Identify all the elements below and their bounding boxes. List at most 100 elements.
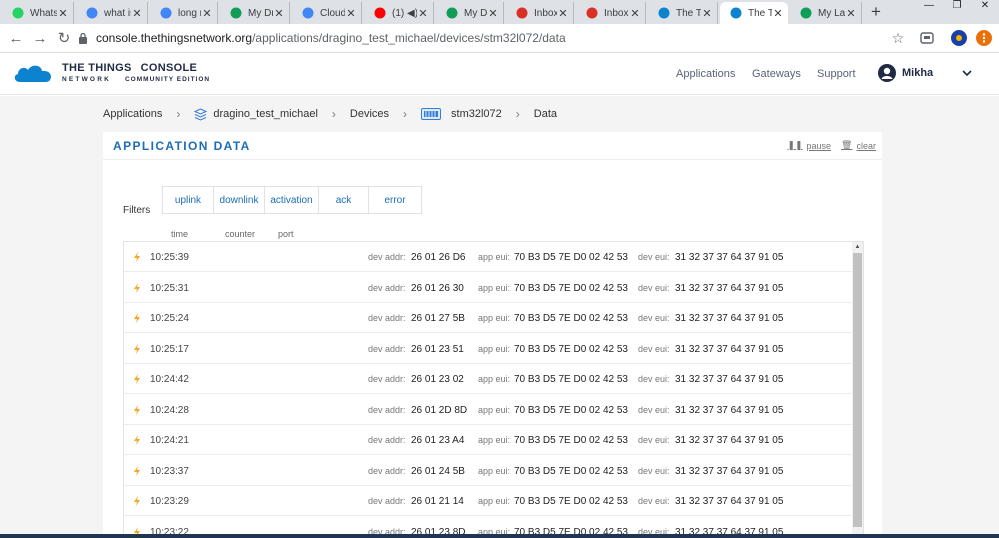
table-row[interactable]: 10:24:28 dev addr: 26 01 2D 8D app eui: 70 B… [124, 395, 852, 425]
browser-tab-title: (1) ◀) [392, 7, 417, 19]
clear-button[interactable]: 🗑 clear [841, 140, 876, 151]
browser-tab-title: WhatsApp [30, 7, 57, 19]
filter-ack[interactable]: ack [319, 187, 369, 213]
row-time: 10:24:21 [150, 435, 189, 446]
uplink-bolt-icon [134, 343, 140, 354]
browser-tab-strip: WhatsApp✕what is✕long range✕My Drive✕Clo… [0, 0, 999, 24]
ttn-logo[interactable]: THE THINGS CONSOLE NETWORK COMMUNITY EDITI… [12, 62, 210, 84]
app-eui-label: app eui: [478, 252, 511, 262]
nav-support[interactable]: Support [817, 53, 856, 95]
app-eui-value: 70 B3 D5 7E D0 02 42 53 [514, 252, 628, 263]
tab-close-icon[interactable]: ✕ [629, 7, 641, 20]
browser-tab[interactable]: long range✕ [150, 2, 218, 24]
dev-addr-value: 26 01 23 51 [411, 343, 464, 355]
close-window-button[interactable]: ✕ [971, 0, 999, 14]
breadcrumb-separator-icon: › [176, 107, 181, 121]
breadcrumb-devices[interactable]: Devices [350, 108, 389, 120]
tab-close-icon[interactable]: ✕ [345, 7, 357, 20]
dev-eui-value: 31 32 37 37 64 37 91 05 [675, 435, 784, 446]
app-eui-label: app eui: [478, 374, 511, 384]
ttn-cloud-icon [14, 65, 52, 82]
trash-icon: 🗑 [841, 140, 853, 150]
chrome-menu-icon[interactable] [975, 29, 993, 47]
user-menu[interactable]: Mikha [878, 64, 933, 82]
app-eui-label: app eui: [478, 282, 511, 293]
app-eui-value: 70 B3 D5 7E D0 02 42 53 [514, 435, 628, 446]
nav-applications[interactable]: Applications [676, 53, 735, 95]
scroll-up-arrow-icon[interactable]: ▲ [852, 242, 863, 252]
breadcrumb-applications[interactable]: Applications [103, 108, 162, 120]
drive-icon [800, 7, 812, 19]
filter-downlink[interactable]: downlink [214, 187, 265, 213]
table-row[interactable]: 10:23:29 dev addr: 26 01 21 14 app eui: 70 B… [124, 486, 852, 516]
browser-tab[interactable]: The Things✕ [648, 2, 718, 24]
browser-tab[interactable]: Cloud ✕ [292, 2, 362, 24]
tab-close-icon[interactable]: ✕ [201, 7, 213, 20]
tab-close-icon[interactable]: ✕ [131, 7, 143, 20]
table-row[interactable]: 10:24:42 dev addr: 26 01 23 02 app eui: 70 B… [124, 364, 852, 394]
dev-eui-label: dev eui: [638, 343, 670, 354]
dev-eui-value: 31 32 37 37 64 37 91 05 [675, 282, 784, 294]
address-bar[interactable]: console.thethingsnetwork.org/application… [78, 27, 872, 49]
tab-close-icon[interactable]: ✕ [557, 7, 569, 20]
restore-button[interactable]: ❐ [943, 0, 971, 14]
tab-close-icon[interactable]: ✕ [57, 7, 69, 20]
browser-tab[interactable]: My Drive✕ [220, 2, 290, 24]
app-eui-value: 70 B3 D5 7E D0 02 42 53 [514, 465, 628, 477]
page-content: APPLICATION DATA ❚❚ pause 🗑 clear Filters … [0, 132, 999, 538]
browser-tab[interactable]: Inbox ✕ [506, 2, 574, 24]
forward-icon[interactable]: → [30, 29, 50, 49]
tab-close-icon[interactable]: ✕ [273, 7, 285, 20]
nav-gateways[interactable]: Gateways [752, 53, 801, 95]
uplink-bolt-icon [134, 404, 140, 415]
browser-tab[interactable]: WhatsApp✕ [2, 2, 74, 24]
bookmark-star-icon[interactable]: ☆ [889, 29, 907, 47]
pause-button[interactable]: ❚❚ pause [787, 140, 831, 151]
dev-addr-label: dev addr: [368, 496, 406, 506]
table-row[interactable]: 10:25:31 dev addr: 26 01 26 30 app eui: 70 B… [124, 273, 852, 303]
browser-tab-title: Inbox [534, 7, 557, 19]
filter-activation[interactable]: activation [265, 187, 319, 213]
dev-addr-value: 26 01 23 02 [411, 374, 464, 385]
app-eui-label: app eui: [478, 465, 511, 476]
browser-tab-title: My Drive [464, 7, 487, 19]
back-icon[interactable]: ← [6, 29, 26, 49]
scrollbar-thumb[interactable] [853, 253, 862, 527]
breadcrumb-device-id[interactable]: stm32l072 [451, 108, 502, 120]
dev-eui-value: 31 32 37 37 64 37 91 05 [675, 252, 784, 263]
browser-tab[interactable]: The Things✕ [720, 2, 788, 24]
table-row[interactable]: 10:25:39 dev addr: 26 01 26 D6 app eui: 70 B… [124, 242, 852, 272]
browser-tab[interactable]: My Drive✕ [436, 2, 504, 24]
row-time: 10:25:24 [150, 313, 189, 324]
browser-tab[interactable]: My Laptop✕ [790, 2, 862, 24]
dev-eui-label: dev eui: [638, 496, 670, 506]
minimize-button[interactable]: — [915, 0, 943, 14]
dev-addr-value: 26 01 24 5B [411, 465, 465, 477]
reload-icon[interactable]: ↻ [54, 29, 74, 49]
column-header-time: time [171, 229, 189, 239]
breadcrumb-application-name[interactable]: dragino_test_michael [213, 108, 318, 120]
scrollbar[interactable]: ▲ [852, 242, 863, 537]
table-row[interactable]: 10:24:21 dev addr: 26 01 23 A4 app eui: 70 B… [124, 425, 852, 455]
tab-close-icon[interactable]: ✕ [701, 7, 713, 20]
table-row[interactable]: 10:25:24 dev addr: 26 01 27 5B app eui: 70 B… [124, 303, 852, 333]
table-row[interactable]: 10:25:17 dev addr: 26 01 23 51 app eui: 70 B… [124, 334, 852, 364]
tab-close-icon[interactable]: ✕ [845, 7, 857, 20]
new-tab-button[interactable]: + [866, 3, 886, 21]
filter-error[interactable]: error [369, 187, 421, 213]
tab-close-icon[interactable]: ✕ [417, 7, 429, 20]
table-row[interactable]: 10:23:37 dev addr: 26 01 24 5B app eui: 70 B… [124, 456, 852, 486]
chevron-down-icon[interactable] [960, 66, 974, 80]
tab-close-icon[interactable]: ✕ [487, 7, 499, 20]
filter-uplink[interactable]: uplink [163, 187, 214, 213]
browser-tab[interactable]: Inbox ✕ [576, 2, 646, 24]
browser-tab[interactable]: (1) ◀) ✕ [364, 2, 434, 24]
profile-avatar-icon[interactable] [950, 29, 968, 47]
extension-icon[interactable] [918, 29, 936, 47]
tab-close-icon[interactable]: ✕ [772, 7, 784, 20]
app-eui-value: 70 B3 D5 7E D0 02 42 53 [514, 313, 628, 324]
uplink-bolt-icon [134, 282, 140, 293]
browser-tab-title: long range [178, 7, 201, 19]
browser-tab[interactable]: what is✕ [76, 2, 148, 24]
dev-addr-value: 26 01 21 14 [411, 496, 464, 507]
